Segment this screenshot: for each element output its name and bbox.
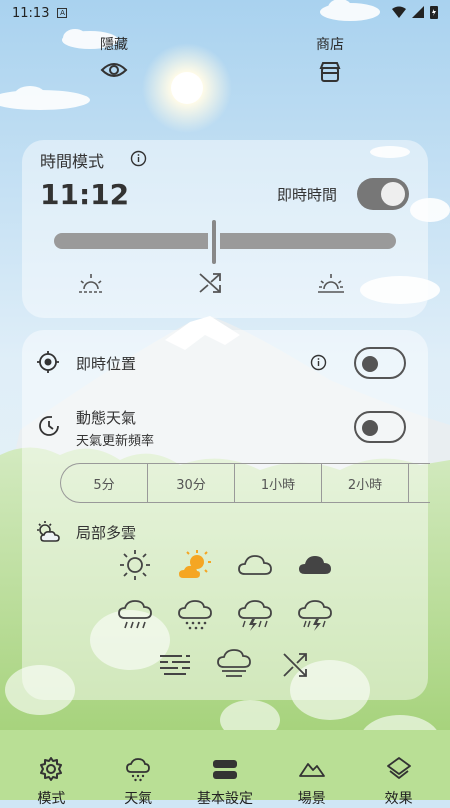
weather-icon bbox=[126, 758, 151, 782]
status-bar: 11:13 A bbox=[0, 0, 450, 26]
hide-label: 隱藏 bbox=[100, 37, 128, 53]
nav-label: 基本設定 bbox=[196, 791, 253, 807]
slider-track-left bbox=[54, 233, 208, 249]
rain-icon[interactable] bbox=[117, 598, 153, 634]
cloudy-icon[interactable] bbox=[237, 550, 273, 578]
partly-cloudy-icon bbox=[37, 521, 60, 542]
store-icon bbox=[319, 62, 341, 82]
store-button[interactable]: 商店 bbox=[316, 34, 344, 84]
store-label: 商店 bbox=[316, 37, 344, 53]
current-weather-label: 局部多雲 bbox=[76, 524, 137, 542]
frequency-option[interactable]: 1小時 bbox=[235, 464, 322, 502]
dynamic-weather-toggle[interactable] bbox=[354, 411, 406, 443]
wifi-icon bbox=[392, 6, 406, 18]
slider-track-right bbox=[220, 233, 396, 249]
random-weather-icon[interactable] bbox=[281, 651, 309, 679]
nav-weather[interactable]: 天氣 bbox=[98, 720, 178, 807]
status-time: 11:13 bbox=[12, 5, 50, 21]
fog-icon[interactable] bbox=[158, 650, 192, 680]
frequency-option[interactable]: 30分 bbox=[148, 464, 235, 502]
time-mode-title: 時間模式 bbox=[40, 152, 105, 171]
notification-icon: A bbox=[57, 8, 68, 18]
realtime-toggle[interactable] bbox=[357, 178, 409, 210]
dynamic-weather-sub: 天氣更新頻率 bbox=[76, 434, 155, 449]
current-time: 11:12 bbox=[40, 178, 130, 211]
overcast-icon[interactable] bbox=[297, 550, 333, 578]
thunderstorm-icon[interactable] bbox=[237, 598, 273, 634]
hide-button[interactable]: 隱藏 bbox=[100, 34, 128, 80]
settings-toggles-icon bbox=[212, 760, 237, 779]
realtime-label: 即時時間 bbox=[277, 186, 338, 204]
location-label: 即時位置 bbox=[76, 355, 137, 373]
partly-cloudy-selected-icon[interactable] bbox=[177, 548, 213, 582]
mountain-icon bbox=[298, 763, 325, 777]
layers-icon bbox=[386, 757, 411, 779]
sunny-icon[interactable] bbox=[118, 548, 152, 582]
frequency-option[interactable]: 2小時 bbox=[322, 464, 409, 502]
nav-scene[interactable]: 場景 bbox=[272, 720, 352, 807]
nav-label: 效果 bbox=[384, 791, 413, 807]
settings-panel bbox=[22, 330, 428, 700]
frequency-option[interactable]: 5分 bbox=[61, 464, 148, 502]
nav-label: 天氣 bbox=[124, 791, 153, 807]
nav-mode[interactable]: 模式 bbox=[11, 720, 91, 807]
nav-label: 場景 bbox=[297, 791, 326, 807]
clock-refresh-icon bbox=[39, 416, 59, 436]
sunrise-icon[interactable] bbox=[77, 271, 105, 295]
drizzle-icon[interactable] bbox=[177, 598, 213, 634]
signal-icon bbox=[412, 6, 424, 18]
location-toggle[interactable] bbox=[354, 347, 406, 379]
cloud-fog-icon[interactable] bbox=[216, 647, 252, 681]
time-slider[interactable] bbox=[54, 220, 396, 264]
heavy-thunderstorm-icon[interactable] bbox=[297, 598, 333, 634]
frequency-selector: 5分 30分 1小時 2小時 bbox=[60, 463, 430, 503]
location-target-icon bbox=[37, 351, 59, 373]
shuffle-icon[interactable] bbox=[197, 271, 223, 295]
nav-basic-settings[interactable]: 基本設定 bbox=[185, 720, 265, 807]
nav-effects[interactable]: 效果 bbox=[359, 720, 439, 807]
info-icon[interactable] bbox=[310, 354, 327, 371]
bottom-nav: 模式 天氣 基本設定 場景 效果 bbox=[0, 720, 450, 807]
gear-icon bbox=[40, 757, 63, 781]
sunset-icon[interactable] bbox=[316, 271, 346, 295]
nav-label: 模式 bbox=[37, 791, 66, 807]
info-icon[interactable] bbox=[130, 150, 147, 167]
slider-thumb[interactable] bbox=[212, 220, 216, 264]
dynamic-weather-label: 動態天氣 bbox=[76, 409, 137, 427]
eye-icon bbox=[100, 63, 128, 77]
battery-icon bbox=[430, 6, 438, 19]
